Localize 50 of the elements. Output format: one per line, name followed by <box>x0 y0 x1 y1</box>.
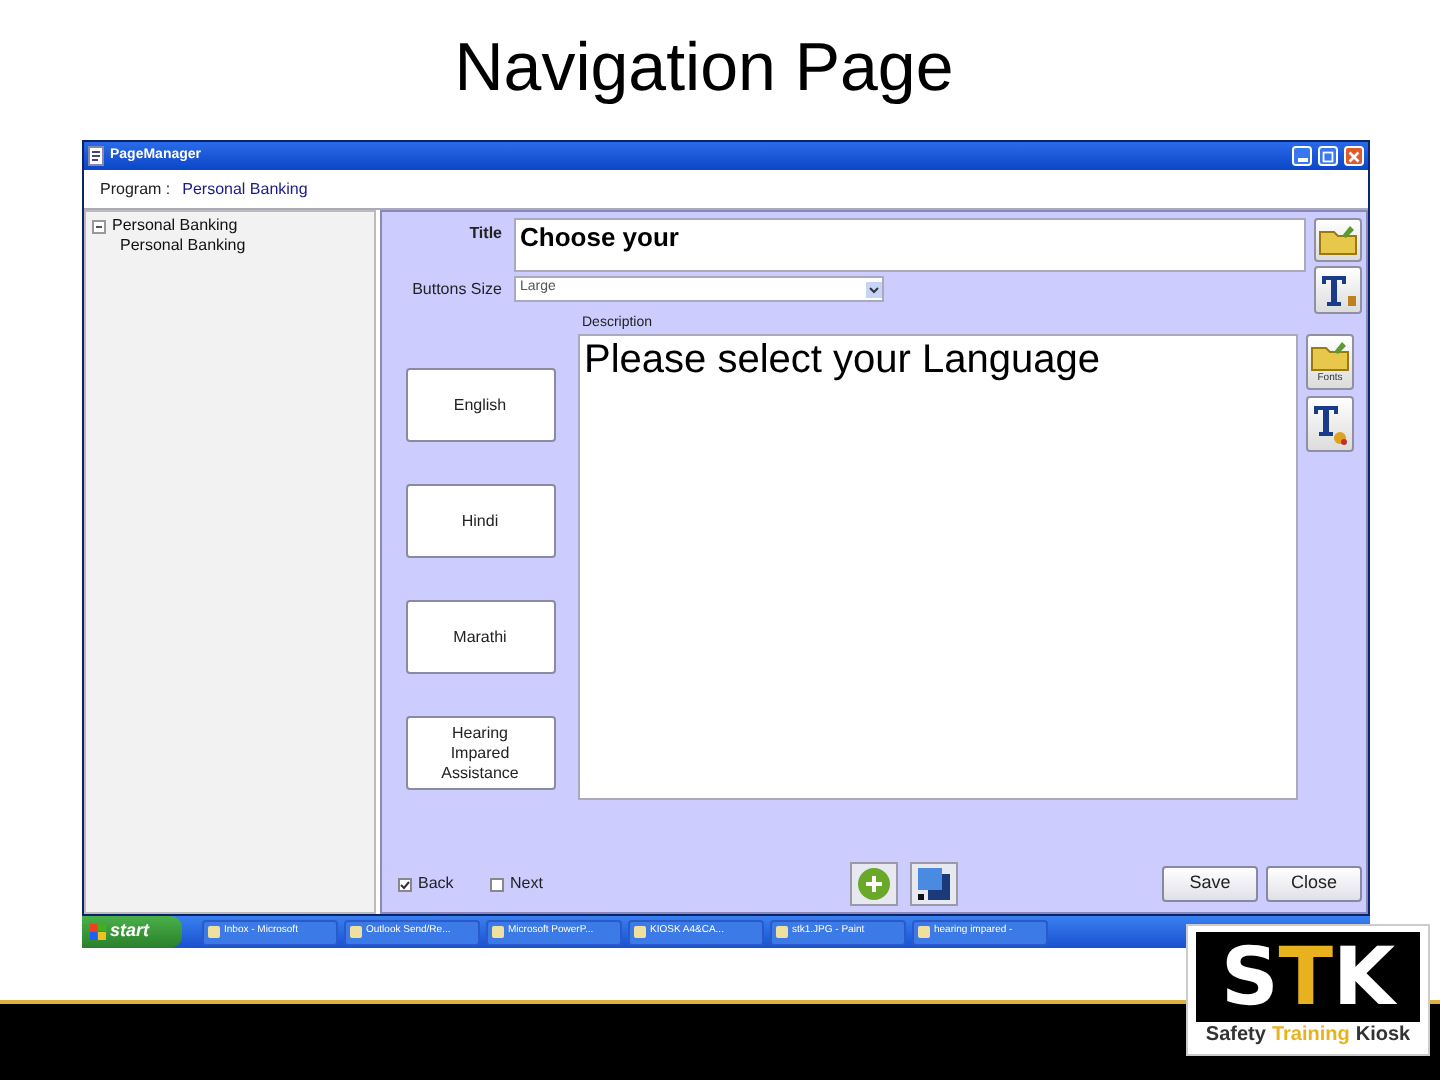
window-icon <box>208 926 220 938</box>
language-button[interactable]: Marathi <box>405 600 555 674</box>
maximize-button[interactable] <box>1318 146 1338 166</box>
start-button[interactable]: start <box>82 916 182 948</box>
maximize-icon <box>1320 147 1336 165</box>
action-button[interactable]: Close <box>1266 866 1362 902</box>
minimize-icon <box>1297 158 1307 162</box>
window-icon <box>776 926 788 938</box>
title-label: Title <box>467 222 502 246</box>
action-button[interactable]: Save <box>1162 866 1258 902</box>
nav-checkbox[interactable]: Back <box>398 872 478 896</box>
logo-letter: T <box>1278 933 1334 1021</box>
close-icon <box>1346 147 1362 165</box>
text-color-icon <box>1310 402 1350 446</box>
window-icon <box>634 926 646 938</box>
tree-item[interactable]: Personal Banking <box>120 236 246 256</box>
text-color-button[interactable] <box>1306 396 1354 452</box>
logo-letter: S <box>1220 933 1279 1021</box>
buttons-size-label: Buttons Size <box>410 277 502 301</box>
title-field[interactable]: Choose your <box>514 218 1306 272</box>
window-icon <box>918 926 930 938</box>
caret-icon <box>866 281 882 297</box>
language-button[interactable]: Hearing Impared Assistance <box>405 716 555 790</box>
logo-letter: K <box>1333 933 1396 1021</box>
logo-tagline-word: Training <box>1271 1024 1350 1048</box>
plus-icon <box>856 866 892 902</box>
windows-icon <box>916 866 952 902</box>
image-button[interactable] <box>1314 218 1362 262</box>
language-button[interactable]: Hindi <box>405 484 555 558</box>
add-button[interactable] <box>850 862 898 906</box>
window-icon <box>492 926 504 938</box>
close-button[interactable] <box>1344 146 1364 166</box>
nav-checkbox[interactable]: Next <box>490 872 570 896</box>
app-icon <box>88 146 104 166</box>
minimize-button[interactable] <box>1292 146 1312 166</box>
folder-icon <box>1318 224 1358 256</box>
window-icon <box>350 926 362 938</box>
logo-tagline-word: Kiosk <box>1355 1024 1411 1048</box>
slide-title: Navigation Page <box>454 28 954 110</box>
program-label: Program : <box>100 177 171 201</box>
resize-button[interactable] <box>910 862 958 906</box>
windows-logo-icon <box>90 924 106 940</box>
program-name: Personal Banking <box>182 177 308 201</box>
logo-tagline-word: Safety <box>1205 1024 1266 1048</box>
tree-item[interactable]: Personal Banking <box>112 216 238 236</box>
folder-icon <box>1310 340 1350 372</box>
text-style-button[interactable] <box>1314 266 1362 314</box>
description-field[interactable]: Please select your Language <box>578 334 1298 800</box>
text-format-icon <box>1318 272 1358 308</box>
language-button[interactable]: English <box>405 368 555 442</box>
